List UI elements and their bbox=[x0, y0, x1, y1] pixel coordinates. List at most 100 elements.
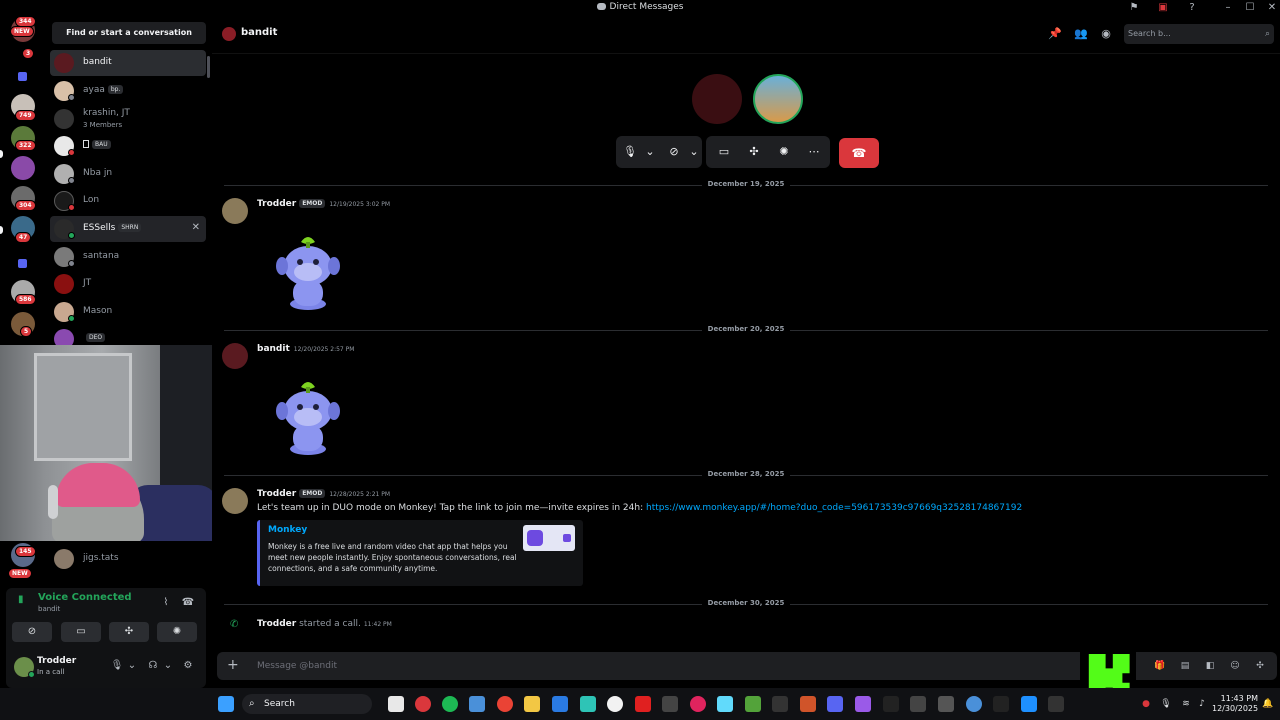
gif-icon[interactable]: ▤ bbox=[1179, 660, 1191, 672]
folder-icon[interactable] bbox=[18, 259, 27, 268]
microphone-icon[interactable]: 🎙 bbox=[110, 660, 124, 674]
activities-icon[interactable]: ✣ bbox=[746, 144, 762, 160]
screen-icon[interactable]: ▣ bbox=[1157, 2, 1169, 14]
embed-thumbnail[interactable] bbox=[523, 525, 575, 551]
app-icon[interactable] bbox=[827, 696, 843, 712]
dm-item-nba[interactable]: Nba jn bbox=[50, 161, 206, 187]
minimize-button[interactable]: – bbox=[1221, 2, 1235, 14]
app-icon[interactable] bbox=[690, 696, 706, 712]
soundboard-icon[interactable]: ✺ bbox=[776, 144, 792, 160]
username[interactable]: Trodder bbox=[37, 656, 76, 666]
gift-icon[interactable]: 🎁 bbox=[1154, 660, 1166, 672]
editor-icon[interactable] bbox=[552, 696, 568, 712]
author-name[interactable]: Trodder bbox=[257, 619, 296, 629]
close-button[interactable]: ✕ bbox=[1265, 2, 1279, 14]
sticker-icon[interactable]: ◧ bbox=[1204, 660, 1216, 672]
wifi-icon[interactable]: ≋ bbox=[1180, 698, 1192, 710]
app-icon[interactable] bbox=[607, 696, 623, 712]
avatar[interactable] bbox=[222, 343, 248, 369]
camera-off-button[interactable]: ⊘ bbox=[12, 622, 52, 642]
signal-icon[interactable]: ▮ bbox=[18, 594, 30, 606]
app-icon[interactable] bbox=[415, 696, 431, 712]
chrome-icon[interactable] bbox=[497, 696, 513, 712]
voice-channel[interactable]: bandit bbox=[38, 605, 60, 613]
headphones-icon[interactable]: ☊ bbox=[146, 660, 160, 674]
screen-share-icon[interactable]: ▭ bbox=[716, 144, 732, 160]
end-call-button[interactable]: ☎ bbox=[839, 138, 879, 168]
app-icon[interactable] bbox=[1048, 696, 1064, 712]
chevron-down-icon[interactable]: ⌄ bbox=[642, 144, 658, 160]
photos-icon[interactable] bbox=[469, 696, 485, 712]
dm-item-santana[interactable]: santana bbox=[50, 244, 206, 270]
message-input[interactable]: Message @bandit bbox=[257, 661, 337, 671]
maximize-button[interactable]: ☐ bbox=[1243, 2, 1257, 14]
pin-icon[interactable]: 📌 bbox=[1048, 27, 1062, 41]
dm-item-jt[interactable]: JT bbox=[50, 271, 206, 297]
notification-bell-icon[interactable]: 🔔 bbox=[1262, 698, 1274, 710]
screen-share-button[interactable]: ▭ bbox=[61, 622, 101, 642]
microphone-tray-icon[interactable]: 🎙 bbox=[1160, 698, 1172, 710]
close-dm-icon[interactable]: ✕ bbox=[192, 222, 200, 233]
dm-item[interactable]: BAU bbox=[50, 133, 206, 159]
scrollbar[interactable] bbox=[207, 56, 210, 78]
app-icon[interactable] bbox=[717, 696, 733, 712]
spotify-icon[interactable] bbox=[442, 696, 458, 712]
app-icon[interactable] bbox=[1021, 696, 1037, 712]
dm-item-essells[interactable]: ESSells SHRN ✕ bbox=[50, 216, 206, 242]
emoji-icon[interactable]: ☺ bbox=[1229, 660, 1241, 672]
folder-icon[interactable] bbox=[18, 72, 27, 81]
chevron-down-icon[interactable]: ⌄ bbox=[686, 144, 702, 160]
help-icon[interactable]: ? bbox=[1186, 2, 1198, 14]
file-explorer-icon[interactable] bbox=[524, 696, 540, 712]
dm-item-mason[interactable]: Mason bbox=[50, 299, 206, 325]
dm-item-group[interactable]: krashin, JT 3 Members bbox=[50, 106, 206, 132]
chevron-down-icon[interactable]: ⌄ bbox=[125, 660, 139, 674]
youtube-icon[interactable] bbox=[635, 696, 651, 712]
app-icon[interactable] bbox=[883, 696, 899, 712]
participant-avatar[interactable] bbox=[753, 74, 803, 124]
dm-item-jigs[interactable]: jigs.tats bbox=[50, 546, 206, 572]
embed-title[interactable]: Monkey bbox=[268, 525, 307, 535]
dm-item-ayaa[interactable]: ayaa bp. bbox=[50, 78, 206, 104]
taskbar-search[interactable]: ⌕ Search bbox=[242, 694, 372, 714]
dm-item-lon[interactable]: Lon bbox=[50, 188, 206, 214]
add-attachment-icon[interactable]: + bbox=[227, 658, 239, 672]
wumpus-sticker[interactable] bbox=[269, 234, 347, 312]
chevron-down-icon[interactable]: ⌄ bbox=[161, 660, 175, 674]
dm-item-bandit[interactable]: bandit bbox=[50, 50, 206, 76]
app-icon[interactable] bbox=[855, 696, 871, 712]
settings-gear-icon[interactable]: ⚙ bbox=[181, 660, 195, 674]
windows-start-icon[interactable] bbox=[218, 696, 234, 712]
search-input[interactable]: Search b... ⌕ bbox=[1124, 24, 1274, 44]
profile-icon[interactable]: ◉ bbox=[1099, 27, 1113, 41]
inbox-icon[interactable]: ⚑ bbox=[1128, 2, 1140, 14]
more-icon[interactable]: ⋯ bbox=[806, 144, 822, 160]
disconnect-icon[interactable]: ☎ bbox=[181, 597, 195, 611]
volume-icon[interactable]: ♪ bbox=[1196, 698, 1208, 710]
avatar[interactable] bbox=[222, 488, 248, 514]
find-conversation-button[interactable]: Find or start a conversation bbox=[52, 22, 206, 44]
participant-avatar[interactable] bbox=[692, 74, 742, 124]
camera-off-icon[interactable]: ⊘ bbox=[666, 144, 682, 160]
add-friend-icon[interactable]: 👥 bbox=[1074, 27, 1088, 41]
activities-button[interactable]: ✣ bbox=[109, 622, 149, 642]
app-icon[interactable] bbox=[772, 696, 788, 712]
author-name[interactable]: Trodder bbox=[257, 489, 296, 499]
app-icon[interactable] bbox=[993, 696, 1009, 712]
app-icon[interactable] bbox=[662, 696, 678, 712]
noise-suppression-icon[interactable]: ⌇ bbox=[159, 597, 173, 611]
invite-link[interactable]: https://www.monkey.app/#/home?duo_code=5… bbox=[646, 503, 1022, 513]
voice-status[interactable]: Voice Connected bbox=[38, 592, 132, 603]
soundboard-button[interactable]: ✺ bbox=[157, 622, 197, 642]
author-name[interactable]: Trodder bbox=[257, 199, 296, 209]
app-icon[interactable] bbox=[966, 696, 982, 712]
wumpus-sticker[interactable] bbox=[269, 379, 347, 457]
minecraft-icon[interactable] bbox=[745, 696, 761, 712]
avatar[interactable] bbox=[222, 198, 248, 224]
taskbar-clock[interactable]: 11:43 PM 12/30/2025 bbox=[1212, 694, 1258, 714]
microphone-icon[interactable]: 🎙 bbox=[622, 144, 638, 160]
app-icon[interactable] bbox=[800, 696, 816, 712]
discord-taskbar-icon[interactable] bbox=[388, 696, 404, 712]
app-icon[interactable] bbox=[580, 696, 596, 712]
server-icon[interactable] bbox=[11, 156, 35, 180]
